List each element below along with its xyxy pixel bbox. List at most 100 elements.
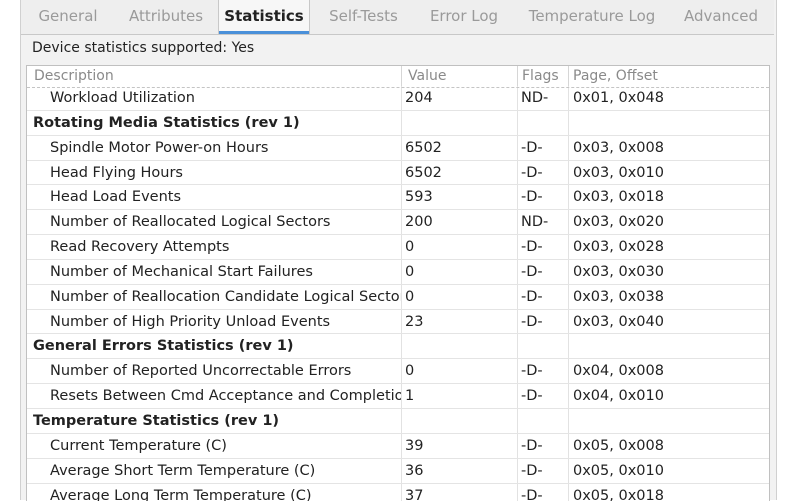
tab-error-log[interactable]: Error Log: [419, 0, 509, 33]
table-row[interactable]: Average Short Term Temperature (C)36-D-0…: [27, 459, 769, 484]
tab-general[interactable]: General: [25, 0, 111, 33]
cell-flags: -D-: [517, 484, 568, 501]
cell-divider: [401, 285, 402, 309]
cell-value: 36: [401, 459, 517, 483]
cell-page-offset: [568, 409, 769, 433]
cell-divider: [401, 136, 402, 160]
table-row[interactable]: Read Recovery Attempts0-D-0x03, 0x028: [27, 235, 769, 260]
cell-divider: [568, 210, 569, 234]
cell-description: Resets Between Cmd Acceptance and Comple…: [27, 384, 401, 408]
cell-divider: [517, 310, 518, 334]
table-group-row[interactable]: General Errors Statistics (rev 1): [27, 334, 769, 359]
cell-divider: [517, 210, 518, 234]
tab-self-tests[interactable]: Self-Tests: [316, 0, 411, 33]
cell-description: Average Long Term Temperature (C): [27, 484, 401, 501]
cell-description: Head Load Events: [27, 185, 401, 209]
column-header-page-offset[interactable]: Page, Offset: [568, 66, 769, 87]
cell-description: Read Recovery Attempts: [27, 235, 401, 259]
cell-value: 6502: [401, 161, 517, 185]
cell-flags: -D-: [517, 235, 568, 259]
table-group-row[interactable]: Temperature Statistics (rev 1): [27, 409, 769, 434]
cell-description: General Errors Statistics (rev 1): [27, 334, 401, 358]
cell-divider: [401, 459, 402, 483]
cell-page-offset: 0x03, 0x018: [568, 185, 769, 209]
table-row[interactable]: Number of High Priority Unload Events23-…: [27, 310, 769, 335]
column-header-value[interactable]: Value: [401, 66, 517, 87]
statistics-table[interactable]: Description Value Flags Page, Offset Wor…: [26, 65, 770, 501]
table-row[interactable]: Head Flying Hours6502-D-0x03, 0x010: [27, 161, 769, 186]
cell-value: 200: [401, 210, 517, 234]
cell-description: Number of Reported Uncorrectable Errors: [27, 359, 401, 383]
cell-value: 593: [401, 185, 517, 209]
cell-description: Number of Mechanical Start Failures: [27, 260, 401, 284]
cell-divider: [401, 484, 402, 501]
cell-page-offset: 0x05, 0x018: [568, 484, 769, 501]
cell-divider: [568, 434, 569, 458]
cell-page-offset: 0x04, 0x008: [568, 359, 769, 383]
cell-value: 1: [401, 384, 517, 408]
table-row[interactable]: Workload Utilization204ND-0x01, 0x048: [27, 86, 769, 111]
cell-divider: [401, 111, 402, 135]
cell-page-offset: 0x05, 0x010: [568, 459, 769, 483]
cell-divider: [401, 185, 402, 209]
cell-divider: [517, 484, 518, 501]
cell-flags: ND-: [517, 86, 568, 110]
cell-divider: [517, 434, 518, 458]
cell-divider: [401, 384, 402, 408]
cell-divider: [568, 384, 569, 408]
cell-divider: [568, 86, 569, 110]
cell-description: Temperature Statistics (rev 1): [27, 409, 401, 433]
table-row[interactable]: Current Temperature (C)39-D-0x05, 0x008: [27, 434, 769, 459]
header-divider: [27, 87, 769, 89]
cell-flags: [517, 111, 568, 135]
cell-page-offset: 0x03, 0x028: [568, 235, 769, 259]
cell-page-offset: 0x03, 0x020: [568, 210, 769, 234]
cell-page-offset: 0x05, 0x008: [568, 434, 769, 458]
cell-page-offset: 0x03, 0x010: [568, 161, 769, 185]
cell-description: Number of Reallocated Logical Sectors: [27, 210, 401, 234]
cell-value: 0: [401, 235, 517, 259]
table-row[interactable]: Number of Mechanical Start Failures0-D-0…: [27, 260, 769, 285]
statistics-supported-label: Device statistics supported: Yes: [32, 40, 254, 56]
cell-divider: [568, 334, 569, 358]
cell-divider: [568, 459, 569, 483]
cell-divider: [517, 384, 518, 408]
column-header-description[interactable]: Description: [27, 66, 401, 87]
cell-divider: [401, 409, 402, 433]
cell-divider: [568, 185, 569, 209]
cell-divider: [517, 161, 518, 185]
tab-temperature-log[interactable]: Temperature Log: [519, 0, 665, 33]
table-group-row[interactable]: Rotating Media Statistics (rev 1): [27, 111, 769, 136]
cell-divider: [517, 235, 518, 259]
cell-value: 39: [401, 434, 517, 458]
cell-value: 204: [401, 86, 517, 110]
cell-description: Workload Utilization: [27, 86, 401, 110]
tab-attributes[interactable]: Attributes: [116, 0, 216, 33]
cell-flags: -D-: [517, 459, 568, 483]
tab-statistics[interactable]: Statistics: [218, 0, 310, 34]
cell-divider: [517, 409, 518, 433]
cell-divider: [517, 459, 518, 483]
table-row[interactable]: Number of Reported Uncorrectable Errors 0…: [27, 359, 769, 384]
table-row[interactable]: Resets Between Cmd Acceptance and Comple…: [27, 384, 769, 409]
table-row[interactable]: Number of Reallocated Logical Sectors200…: [27, 210, 769, 235]
table-row[interactable]: Head Load Events593-D-0x03, 0x018: [27, 185, 769, 210]
cell-divider: [401, 235, 402, 259]
cell-divider: [401, 434, 402, 458]
tab-advanced[interactable]: Advanced: [675, 0, 767, 33]
cell-page-offset: 0x04, 0x010: [568, 384, 769, 408]
cell-value: 6502: [401, 136, 517, 160]
cell-value: [401, 111, 517, 135]
table-row[interactable]: Spindle Motor Power-on Hours6502-D-0x03,…: [27, 136, 769, 161]
cell-flags: -D-: [517, 384, 568, 408]
column-header-flags[interactable]: Flags: [517, 66, 568, 87]
cell-divider: [517, 334, 518, 358]
cell-divider: [568, 136, 569, 160]
table-row[interactable]: Number of Reallocation Candidate Logical…: [27, 285, 769, 310]
table-row[interactable]: Average Long Term Temperature (C)37-D-0x…: [27, 484, 769, 501]
cell-value: 0: [401, 285, 517, 309]
cell-divider: [568, 285, 569, 309]
cell-page-offset: [568, 334, 769, 358]
cell-description: Number of High Priority Unload Events: [27, 310, 401, 334]
cell-divider: [401, 210, 402, 234]
